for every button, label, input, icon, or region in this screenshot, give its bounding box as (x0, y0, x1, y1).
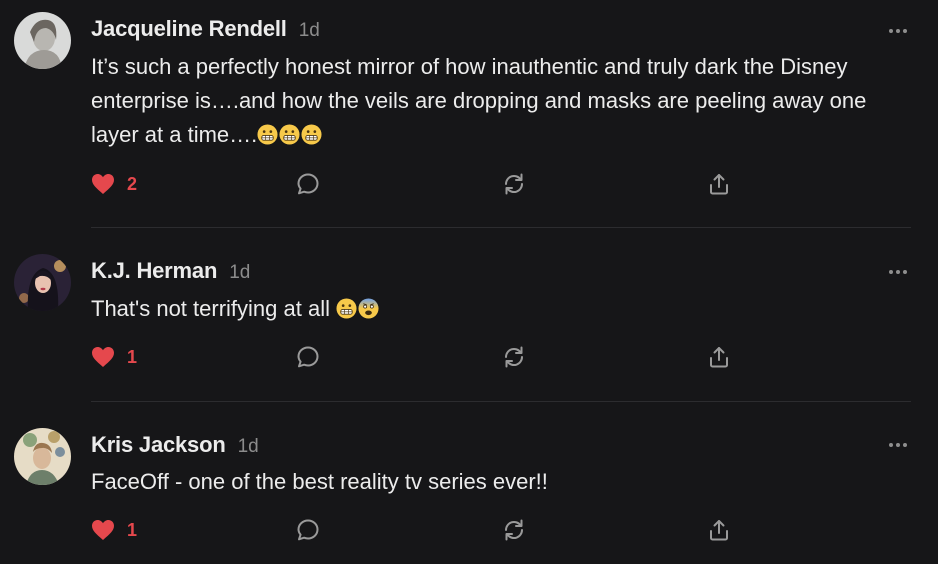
avatar[interactable] (14, 254, 71, 311)
heart-icon (92, 347, 114, 367)
reply-button[interactable] (296, 517, 320, 543)
like-button[interactable]: 2 (91, 171, 137, 197)
grimacing-emoji-icon (301, 124, 322, 145)
like-button[interactable]: 1 (91, 344, 137, 370)
share-icon (710, 174, 728, 195)
like-count: 1 (127, 519, 138, 540)
heart-icon (92, 520, 114, 540)
restack-button[interactable] (502, 517, 526, 543)
restack-icon (504, 173, 524, 195)
like-count: 1 (127, 346, 138, 367)
comment-item: Jacqueline Rendell 1d It’s such a perfec… (0, 0, 938, 228)
comment-text: It’s such a perfectly honest mirror of h… (91, 54, 867, 147)
more-options-icon[interactable] (886, 438, 910, 450)
more-options-icon[interactable] (886, 24, 910, 36)
grimacing-emoji-icon (279, 124, 300, 145)
restack-button[interactable] (502, 344, 526, 370)
comment-bubble-icon (297, 519, 319, 541)
author-name[interactable]: K.J. Herman (91, 258, 217, 284)
grimacing-emoji-icon (336, 298, 357, 319)
comment-actions: 1 (91, 517, 851, 543)
share-button[interactable] (707, 517, 731, 543)
comment-text: That's not terrifying at all (91, 296, 337, 321)
share-button[interactable] (707, 344, 731, 370)
comment-item: Kris Jackson 1d FaceOff - one of the bes… (0, 402, 938, 564)
timestamp[interactable]: 1d (299, 20, 320, 42)
timestamp[interactable]: 1d (229, 262, 250, 284)
more-options-icon[interactable] (886, 265, 910, 277)
timestamp[interactable]: 1d (238, 436, 259, 458)
author-name[interactable]: Jacqueline Rendell (91, 16, 287, 42)
comment-body: That's not terrifying at all (91, 292, 911, 326)
grimacing-emoji-icon (257, 124, 278, 145)
like-button[interactable]: 1 (91, 517, 137, 543)
comment-bubble-icon (297, 346, 319, 368)
comment-actions: 1 (91, 344, 851, 370)
comment-text: FaceOff - one of the best reality tv ser… (91, 469, 548, 494)
comment-item: K.J. Herman 1d That's not terrifying at … (0, 228, 938, 402)
avatar[interactable] (14, 428, 71, 485)
comment-actions: 2 (91, 171, 851, 197)
heart-icon (92, 174, 114, 194)
like-count: 2 (127, 173, 138, 194)
comment-body: FaceOff - one of the best reality tv ser… (91, 465, 911, 499)
restack-icon (504, 346, 524, 368)
reply-button[interactable] (296, 171, 320, 197)
avatar[interactable] (14, 12, 71, 69)
share-icon (710, 347, 728, 368)
fearful-emoji-icon (358, 298, 379, 319)
comment-bubble-icon (297, 173, 319, 195)
reply-button[interactable] (296, 344, 320, 370)
share-button[interactable] (707, 171, 731, 197)
author-name[interactable]: Kris Jackson (91, 432, 226, 458)
share-icon (710, 520, 728, 541)
restack-icon (504, 519, 524, 541)
comment-body: It’s such a perfectly honest mirror of h… (91, 50, 911, 152)
restack-button[interactable] (502, 171, 526, 197)
